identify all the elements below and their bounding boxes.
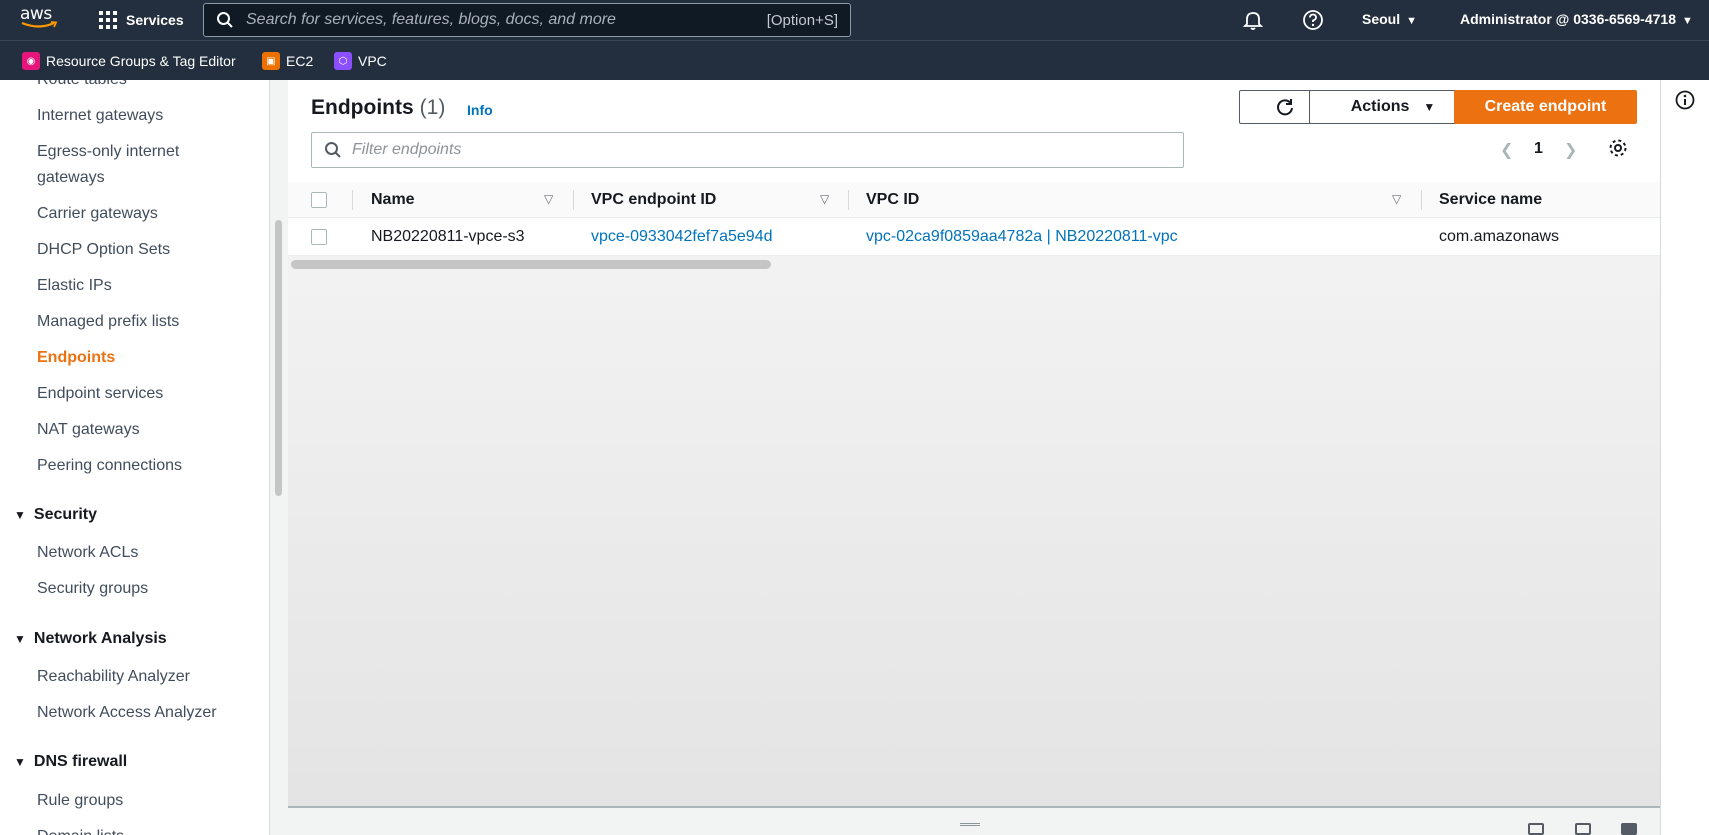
favorite-label: VPC xyxy=(358,53,387,69)
grid-icon xyxy=(99,11,117,29)
column-divider[interactable] xyxy=(1421,190,1422,210)
sidebar-item-endpoints[interactable]: Endpoints xyxy=(37,345,237,371)
section-title: DNS firewall xyxy=(33,753,128,770)
global-search[interactable]: [Option+S] xyxy=(203,3,851,37)
sidebar-section-security[interactable]: ▼ Security xyxy=(14,506,97,524)
favorites-bar: ◉ Resource Groups & Tag Editor ▣ EC2 ⬡ V… xyxy=(0,40,1709,80)
bell-icon[interactable] xyxy=(1242,9,1264,31)
caret-down-icon: ▼ xyxy=(14,508,26,522)
sidebar-item-egress-only-internet-gateways[interactable]: Egress-only internet gateways xyxy=(37,139,237,191)
search-icon xyxy=(325,142,341,158)
select-all-checkbox[interactable] xyxy=(311,192,327,208)
sidebar-section-dns-firewall[interactable]: ▼ DNS firewall xyxy=(14,753,127,771)
caret-down-icon: ▼ xyxy=(1406,15,1418,27)
caret-down-icon: ▼ xyxy=(1423,100,1436,114)
table-header: Name ▽ VPC endpoint ID ▽ VPC ID ▽ Servic… xyxy=(288,182,1660,218)
column-header-service-name[interactable]: Service name xyxy=(1439,191,1542,209)
region-label: Seoul xyxy=(1362,11,1401,27)
refresh-icon xyxy=(1277,99,1293,116)
account-label: Administrator @ 0336-6569-4718 xyxy=(1460,11,1676,27)
main-content: Endpoints (1) Info Actions ▼ Create endpo… xyxy=(288,80,1660,835)
create-endpoint-button[interactable]: Create endpoint xyxy=(1454,90,1637,124)
sidebar-item-internet-gateways[interactable]: Internet gateways xyxy=(37,103,237,129)
sidebar-item-carrier-gateways[interactable]: Carrier gateways xyxy=(37,201,237,227)
help-icon[interactable] xyxy=(1302,9,1324,31)
sidebar-item-peering-connections[interactable]: Peering connections xyxy=(37,453,237,479)
table-horizontal-scrollbar[interactable] xyxy=(291,260,771,269)
resource-groups-icon: ◉ xyxy=(22,52,40,70)
favorite-ec2[interactable]: ▣ EC2 xyxy=(262,52,313,70)
chevron-right-icon[interactable]: ❯ xyxy=(1564,140,1577,160)
right-utility-bar xyxy=(1660,80,1709,835)
services-label: Services xyxy=(126,12,184,28)
table-row[interactable]: NB20220811-vpce-s3 vpce-0933042fef7a5e94… xyxy=(288,218,1660,256)
sidebar-item-endpoint-services[interactable]: Endpoint services xyxy=(37,381,237,407)
page-number[interactable]: 1 xyxy=(1534,140,1543,158)
filter-box[interactable] xyxy=(311,132,1184,168)
column-header-vpc-endpoint-id[interactable]: VPC endpoint ID xyxy=(591,191,716,209)
search-icon xyxy=(217,12,233,28)
gear-icon[interactable] xyxy=(1608,138,1628,158)
sidebar-item-network-access-analyzer[interactable]: Network Access Analyzer xyxy=(37,700,237,726)
favorite-label: Resource Groups & Tag Editor xyxy=(46,53,236,69)
favorite-label: EC2 xyxy=(286,53,314,69)
top-navigation: aws Services [Option+S] Seoul ▼ xyxy=(0,0,1709,40)
split-panel-bar[interactable] xyxy=(288,806,1660,835)
sidebar-item-rule-groups[interactable]: Rule groups xyxy=(37,788,237,814)
info-link[interactable]: Info xyxy=(467,102,493,118)
sidebar-scrollbar[interactable] xyxy=(275,220,282,496)
services-menu[interactable]: Services xyxy=(99,10,184,30)
caret-down-icon: ▼ xyxy=(1681,15,1693,27)
cell-vpc-id-link[interactable]: vpc-02ca9f0859aa4782a | NB20220811-vpc xyxy=(866,228,1178,246)
panel-bottom-icon[interactable] xyxy=(1528,823,1544,835)
region-selector[interactable]: Seoul ▼ xyxy=(1362,11,1417,27)
sidebar-item-elastic-ips[interactable]: Elastic IPs xyxy=(37,273,237,299)
actions-label: Actions xyxy=(1350,98,1410,115)
sidebar-item-managed-prefix-lists[interactable]: Managed prefix lists xyxy=(37,309,237,335)
sort-icon[interactable]: ▽ xyxy=(1392,192,1401,206)
caret-down-icon: ▼ xyxy=(14,632,26,646)
cell-service-name: com.amazonaws xyxy=(1439,228,1560,245)
cell-name: NB20220811-vpce-s3 xyxy=(371,228,525,245)
page-title: Endpoints (1) xyxy=(311,96,445,120)
panel-side-icon[interactable] xyxy=(1575,823,1591,835)
sidebar-item-security-groups[interactable]: Security groups xyxy=(37,576,237,602)
column-divider[interactable] xyxy=(848,190,849,210)
column-divider xyxy=(352,190,353,210)
actions-button[interactable]: Actions ▼ xyxy=(1309,90,1477,124)
chevron-left-icon[interactable]: ❮ xyxy=(1500,140,1513,160)
sort-icon[interactable]: ▽ xyxy=(544,192,553,206)
sidebar-item-domain-lists[interactable]: Domain lists xyxy=(37,824,237,835)
column-divider[interactable] xyxy=(573,190,574,210)
section-title: Network Analysis xyxy=(33,630,167,647)
vpc-icon: ⬡ xyxy=(334,52,352,70)
sidebar-item-reachability-analyzer[interactable]: Reachability Analyzer xyxy=(37,664,237,690)
filter-input[interactable] xyxy=(352,141,1052,159)
column-header-vpc-id[interactable]: VPC ID xyxy=(866,191,919,209)
search-input[interactable] xyxy=(246,11,746,29)
sidebar-item-route-tables[interactable]: Route tables xyxy=(37,80,237,93)
sidebar-item-nat-gateways[interactable]: NAT gateways xyxy=(37,417,237,443)
page-title-text: Endpoints xyxy=(311,96,414,119)
account-menu[interactable]: Administrator @ 0336-6569-4718 ▼ xyxy=(1460,11,1693,27)
sort-icon[interactable]: ▽ xyxy=(820,192,829,206)
column-header-name[interactable]: Name xyxy=(371,191,415,209)
favorite-resource-groups[interactable]: ◉ Resource Groups & Tag Editor xyxy=(22,52,236,70)
sidebar: Route tables Internet gateways Egress-on… xyxy=(0,80,270,835)
sidebar-item-dhcp-option-sets[interactable]: DHCP Option Sets xyxy=(37,237,237,263)
info-circle-icon[interactable] xyxy=(1675,90,1695,110)
ec2-icon: ▣ xyxy=(262,52,280,70)
sidebar-item-network-acls[interactable]: Network ACLs xyxy=(37,540,237,566)
search-shortcut: [Option+S] xyxy=(766,12,838,29)
cell-vpc-endpoint-id-link[interactable]: vpce-0933042fef7a5e94d xyxy=(591,228,773,246)
row-checkbox[interactable] xyxy=(311,229,327,245)
aws-logo[interactable]: aws xyxy=(20,5,62,35)
endpoint-count: (1) xyxy=(419,96,446,119)
favorite-vpc[interactable]: ⬡ VPC xyxy=(334,52,387,70)
caret-down-icon: ▼ xyxy=(14,755,26,769)
sidebar-section-network-analysis[interactable]: ▼ Network Analysis xyxy=(14,630,167,648)
panel-hide-icon[interactable] xyxy=(1621,823,1637,835)
section-title: Security xyxy=(33,506,98,523)
drag-handle-icon[interactable] xyxy=(960,823,980,826)
